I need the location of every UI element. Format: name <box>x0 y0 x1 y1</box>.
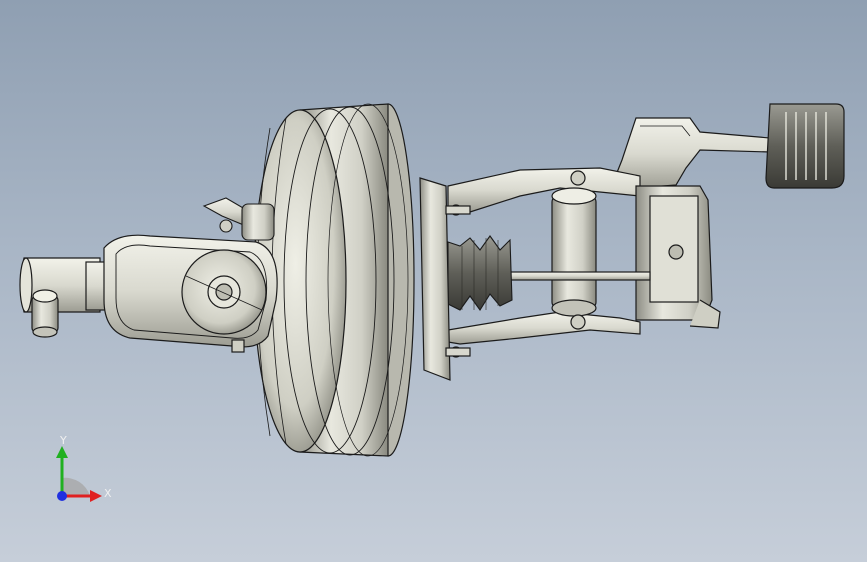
vacuum-port[interactable] <box>202 197 275 241</box>
z-axis-dot <box>57 491 67 501</box>
brake-pedal-pad[interactable] <box>765 103 845 189</box>
x-axis-head <box>90 490 102 502</box>
triad-axes <box>56 446 102 502</box>
y-axis-head <box>56 446 68 458</box>
triad-plane-icon <box>62 477 90 496</box>
master-cylinder[interactable] <box>19 234 278 353</box>
y-axis-label: Y <box>60 434 67 447</box>
rubber-boot[interactable] <box>447 235 513 311</box>
x-axis-label: X <box>104 487 112 500</box>
brake-assembly-model[interactable] <box>0 0 867 562</box>
coordinate-triad: Y X <box>40 434 120 512</box>
cad-viewport[interactable]: Y X <box>0 0 867 562</box>
brake-booster[interactable] <box>253 103 415 457</box>
